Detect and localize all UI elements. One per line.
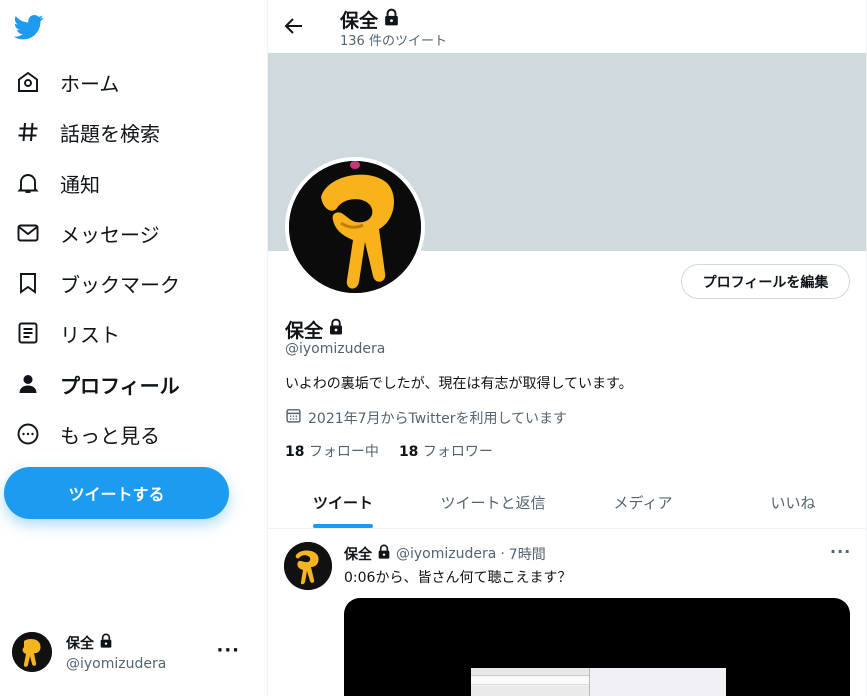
calendar-icon bbox=[285, 407, 302, 428]
tab-tweets[interactable]: ツイート bbox=[268, 476, 418, 528]
tweet-text: 0:06から、皆さん何て聴こえます？ bbox=[344, 570, 572, 586]
following-link[interactable]: 18 フォロー中 bbox=[285, 441, 379, 461]
nav-home[interactable]: ホーム bbox=[4, 60, 131, 104]
tab-tweets-label: ツイート bbox=[312, 493, 373, 512]
profile-tabs: ツイート ツイートと返信 メディア いいね bbox=[268, 476, 866, 529]
tweet-separator: · bbox=[500, 546, 505, 562]
hashtag-icon bbox=[16, 120, 40, 144]
account-name: 保全 bbox=[66, 635, 94, 652]
nav-lists[interactable]: リスト bbox=[4, 311, 132, 355]
profile-name: 保全 bbox=[285, 320, 324, 342]
following-label: フォロー中 bbox=[308, 444, 379, 460]
account-handle: @iyomizudera bbox=[66, 655, 167, 672]
nav-more[interactable]: もっと見る bbox=[4, 412, 172, 456]
account-switcher[interactable]: 保全 @iyomizudera ··· bbox=[12, 626, 252, 678]
profile-column: 保全 136 件のツイート プロフィールを編集 保全 @iyomizudera … bbox=[267, 0, 867, 696]
profile-header: 保全 136 件のツイート bbox=[268, 0, 866, 52]
tweet[interactable]: 保全 @iyomizudera · 7時間 ··· 0:06から、皆さん何て聴こ… bbox=[268, 530, 866, 696]
nav-home-label: ホーム bbox=[60, 71, 120, 96]
home-icon bbox=[16, 70, 40, 94]
back-arrow-icon[interactable] bbox=[282, 14, 306, 38]
tweet-author-name[interactable]: 保全 bbox=[344, 544, 372, 564]
lock-icon bbox=[327, 318, 345, 341]
nav-bookmarks[interactable]: ブックマーク bbox=[4, 261, 192, 305]
tab-tweets-and-replies[interactable]: ツイートと返信 bbox=[418, 476, 568, 528]
lock-icon bbox=[376, 544, 392, 564]
media-thumbnail bbox=[471, 668, 726, 696]
profile-handle: @iyomizudera bbox=[285, 341, 386, 357]
nav-bookmarks-label: ブックマーク bbox=[60, 272, 180, 297]
tweet-media[interactable] bbox=[344, 598, 850, 696]
more-dots-icon[interactable]: ··· bbox=[216, 640, 240, 661]
tab-media-label: メディア bbox=[613, 493, 673, 512]
nav-explore[interactable]: 話題を検索 bbox=[4, 110, 172, 154]
nav-messages[interactable]: メッセージ bbox=[4, 211, 172, 255]
profile-avatar[interactable] bbox=[285, 157, 425, 297]
more-circle-icon bbox=[16, 422, 40, 446]
lock-icon bbox=[98, 633, 114, 653]
twitter-bird-icon[interactable] bbox=[13, 12, 44, 42]
bell-icon bbox=[16, 171, 40, 195]
tweet-author-handle: @iyomizudera bbox=[396, 546, 497, 562]
edit-profile-button[interactable]: プロフィールを編集 bbox=[681, 264, 850, 299]
profile-icon bbox=[16, 372, 40, 396]
tab-likes-label: いいね bbox=[770, 493, 816, 512]
page-title: 保全 bbox=[340, 10, 379, 32]
tweet-timestamp[interactable]: 7時間 bbox=[509, 544, 546, 564]
following-count: 18 bbox=[285, 444, 305, 460]
follow-stats: 18 フォロー中 18 フォロワー bbox=[285, 441, 493, 461]
followers-count: 18 bbox=[398, 444, 419, 460]
nav-more-label: もっと見る bbox=[60, 423, 160, 448]
bookmark-icon bbox=[16, 271, 40, 295]
followers-link[interactable]: 18 フォロワー bbox=[399, 441, 493, 461]
sidebar: ホーム 話題を検索 通知 メッセージ ブックマーク リスト プロフィール もっと… bbox=[0, 0, 267, 696]
tweet-more-icon[interactable]: ··· bbox=[830, 542, 851, 561]
joined-date: 2021年7月からTwitterを利用しています bbox=[285, 407, 567, 428]
nav-lists-label: リスト bbox=[60, 322, 120, 347]
tab-replies-label: ツイートと返信 bbox=[440, 493, 546, 512]
avatar bbox=[12, 632, 52, 672]
followers-label: フォロワー bbox=[422, 444, 493, 460]
profile-bio: いよわの裏垢でしたが、現在は有志が取得しています。 bbox=[285, 376, 633, 392]
nav-explore-label: 話題を検索 bbox=[60, 121, 160, 146]
joined-text: 2021年7月からTwitterを利用しています bbox=[308, 410, 568, 427]
compose-tweet-button[interactable]: ツイートする bbox=[4, 467, 229, 519]
nav-profile[interactable]: プロフィール bbox=[4, 362, 192, 406]
tab-media[interactable]: メディア bbox=[568, 476, 718, 528]
nav-notifications-label: 通知 bbox=[60, 172, 100, 197]
nav-profile-label: プロフィール bbox=[60, 373, 180, 398]
lock-icon bbox=[382, 8, 401, 32]
tweet-count: 136 件のツイート bbox=[340, 34, 447, 49]
tweet-avatar[interactable] bbox=[284, 542, 332, 590]
nav-messages-label: メッセージ bbox=[60, 222, 160, 247]
active-tab-indicator bbox=[313, 524, 373, 528]
mail-icon bbox=[16, 221, 40, 245]
tab-likes[interactable]: いいね bbox=[718, 476, 866, 528]
nav-notifications[interactable]: 通知 bbox=[4, 161, 112, 205]
list-icon bbox=[16, 321, 40, 345]
